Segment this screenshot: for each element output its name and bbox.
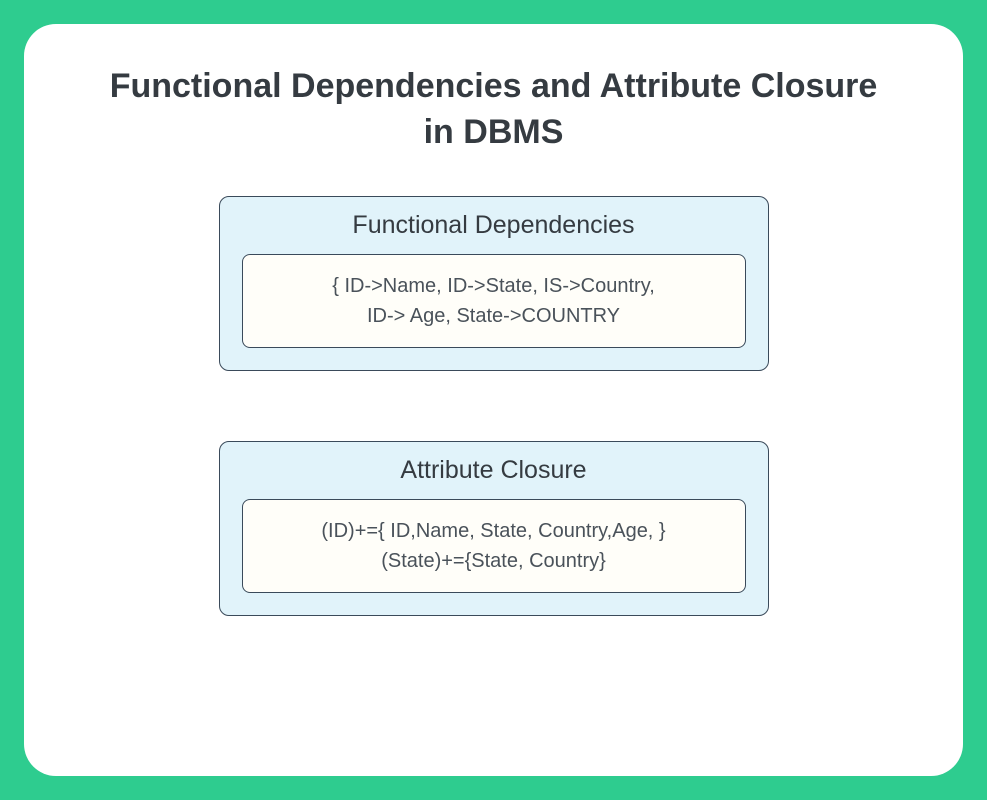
attribute-closure-content-box: (ID)+={ ID,Name, State, Country,Age, } (… [242, 499, 746, 593]
functional-dependencies-content-box: { ID->Name, ID->State, IS->Country, ID->… [242, 254, 746, 348]
attribute-closure-line1: (ID)+={ ID,Name, State, Country,Age, } [261, 516, 727, 546]
functional-dependencies-line2: ID-> Age, State->COUNTRY [261, 301, 727, 331]
main-title: Functional Dependencies and Attribute Cl… [104, 64, 884, 156]
diagram-card: Functional Dependencies and Attribute Cl… [24, 24, 963, 776]
functional-dependencies-line1: { ID->Name, ID->State, IS->Country, [261, 271, 727, 301]
attribute-closure-section: Attribute Closure (ID)+={ ID,Name, State… [219, 441, 769, 616]
functional-dependencies-section: Functional Dependencies { ID->Name, ID->… [219, 196, 769, 371]
attribute-closure-line2: (State)+={State, Country} [261, 546, 727, 576]
attribute-closure-heading: Attribute Closure [400, 456, 586, 485]
functional-dependencies-heading: Functional Dependencies [352, 211, 634, 240]
